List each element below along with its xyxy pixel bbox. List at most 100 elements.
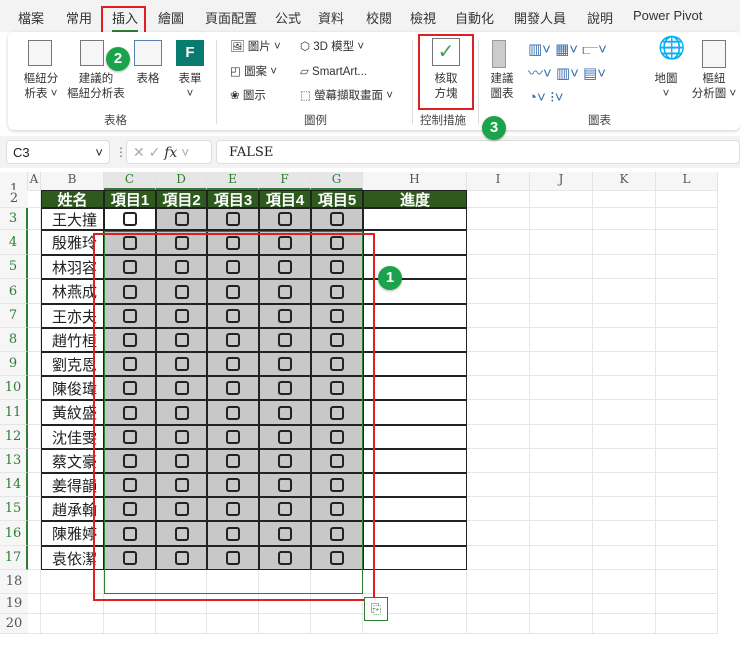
cancel-icon[interactable]: ✕ (133, 144, 145, 160)
cell[interactable] (28, 230, 41, 255)
progress-cell[interactable] (363, 473, 467, 497)
row-header-8[interactable]: 8 (0, 328, 28, 352)
column-header-J[interactable]: J (530, 172, 593, 190)
recommended-charts-button[interactable]: 建議 圖表 (484, 72, 520, 102)
checkbox-cell[interactable] (156, 208, 207, 230)
cell[interactable] (467, 279, 530, 304)
checkbox-cell[interactable] (311, 208, 363, 230)
cell[interactable] (593, 190, 656, 208)
checkbox[interactable] (278, 212, 292, 226)
table-header[interactable]: 姓名 (41, 190, 104, 209)
cell[interactable] (656, 473, 718, 497)
row-header-9[interactable]: 9 (0, 352, 28, 376)
cell[interactable] (28, 570, 41, 594)
cell[interactable] (467, 614, 530, 634)
menu-tab-6[interactable]: 資料 (318, 8, 344, 27)
formula-input[interactable]: FALSE (216, 140, 740, 164)
progress-cell[interactable] (363, 376, 467, 400)
cell[interactable] (467, 190, 530, 208)
name-cell[interactable]: 王大撞 (41, 208, 104, 230)
column-header-G[interactable]: G (311, 172, 363, 190)
cell[interactable] (467, 304, 530, 328)
cell[interactable] (530, 594, 593, 614)
cell[interactable] (28, 425, 41, 449)
cell[interactable] (656, 304, 718, 328)
cell[interactable] (530, 255, 593, 279)
pivot-chart-button[interactable]: 樞紐 分析圖 ˅ (688, 72, 740, 102)
cell[interactable] (656, 614, 718, 634)
cell[interactable] (530, 376, 593, 400)
cell[interactable] (593, 425, 656, 449)
cell[interactable] (28, 208, 41, 230)
cell[interactable] (593, 521, 656, 546)
menu-tab-10[interactable]: 開發人員 (514, 8, 566, 27)
cell[interactable] (467, 328, 530, 352)
name-box[interactable]: C3 ˅ (6, 140, 110, 164)
row-header-12[interactable]: 12 (0, 425, 28, 449)
recommended-pivot-button[interactable]: 建議的 樞紐分析表 (64, 72, 128, 102)
menu-tab-4[interactable]: 頁面配置 (205, 8, 257, 27)
cell[interactable] (530, 352, 593, 376)
cell[interactable] (467, 255, 530, 279)
cell[interactable] (593, 230, 656, 255)
cell[interactable] (28, 473, 41, 497)
row-header-16[interactable]: 16 (0, 521, 28, 546)
cell[interactable] (467, 400, 530, 425)
cell[interactable] (467, 376, 530, 400)
quick-analysis-icon[interactable]: ⎘ (364, 597, 388, 621)
column-header-F[interactable]: F (259, 172, 311, 190)
forms-button[interactable]: 表單 ˅ (172, 72, 208, 102)
cell[interactable] (593, 208, 656, 230)
cell[interactable] (593, 255, 656, 279)
row-header-13[interactable]: 13 (0, 449, 28, 473)
cell[interactable] (593, 328, 656, 352)
cell[interactable] (656, 594, 718, 614)
cell[interactable] (530, 521, 593, 546)
progress-cell[interactable] (363, 400, 467, 425)
cell[interactable] (467, 521, 530, 546)
cell[interactable] (530, 190, 593, 208)
cell[interactable] (530, 497, 593, 521)
checkbox-cell[interactable] (207, 208, 259, 230)
cell[interactable] (656, 230, 718, 255)
cell[interactable] (656, 449, 718, 473)
pictures-button[interactable]: 🖼 圖片 ˅ (230, 40, 281, 55)
cell[interactable] (593, 376, 656, 400)
table-header[interactable]: 項目3 (207, 190, 259, 209)
cell[interactable] (530, 614, 593, 634)
cell[interactable] (28, 328, 41, 352)
cell[interactable] (593, 279, 656, 304)
cell[interactable] (467, 425, 530, 449)
cell[interactable] (28, 400, 41, 425)
cell[interactable] (593, 594, 656, 614)
cell[interactable] (530, 304, 593, 328)
menu-tab-1[interactable]: 常用 (66, 8, 92, 27)
menu-tab-12[interactable]: Power Pivot (633, 8, 702, 23)
row-header-15[interactable]: 15 (0, 497, 28, 521)
cell[interactable] (593, 473, 656, 497)
progress-cell[interactable] (363, 304, 467, 328)
cell[interactable] (530, 570, 593, 594)
row-header-17[interactable]: 17 (0, 546, 28, 570)
cell[interactable] (656, 497, 718, 521)
screenshot-button[interactable]: ⬚ 螢幕擷取畫面 ˅ (300, 89, 393, 104)
column-header-A[interactable]: A (28, 172, 41, 190)
row-header-20[interactable]: 20 (0, 614, 28, 634)
column-header-H[interactable]: H (363, 172, 467, 190)
progress-cell[interactable] (363, 497, 467, 521)
smartart-button[interactable]: ▱ SmartArt... (300, 65, 367, 80)
row-header-6[interactable]: 6 (0, 279, 28, 304)
cell[interactable] (467, 449, 530, 473)
cell[interactable] (28, 304, 41, 328)
cell[interactable] (28, 376, 41, 400)
progress-cell[interactable] (363, 328, 467, 352)
cell[interactable] (593, 449, 656, 473)
cell[interactable] (593, 497, 656, 521)
checkbox-cell[interactable] (104, 208, 156, 230)
cell[interactable] (467, 352, 530, 376)
column-header-C[interactable]: C (104, 172, 156, 190)
progress-cell[interactable] (363, 208, 467, 230)
cell[interactable] (656, 190, 718, 208)
menu-tab-3[interactable]: 繪圖 (158, 8, 184, 27)
table-header[interactable]: 項目5 (311, 190, 363, 209)
